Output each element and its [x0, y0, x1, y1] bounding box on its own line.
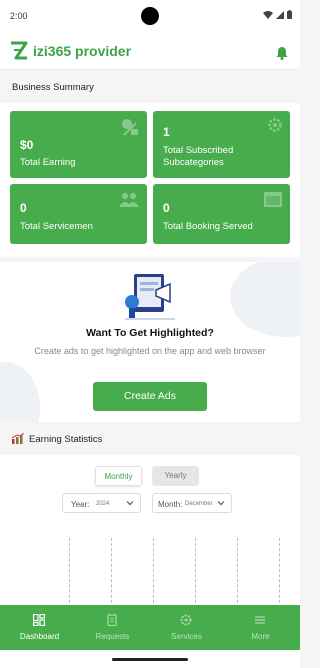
card-total-subscribed-subcategories[interactable]: 1 Total Subscribed Subcategories [153, 111, 290, 178]
year-select[interactable]: Year: 2024 [62, 493, 141, 513]
chart-growth-icon [12, 433, 24, 444]
chart-gridline [195, 538, 196, 608]
month-select-label: Month: [158, 500, 183, 509]
card-total-earning[interactable]: $0 Total Earning [10, 111, 147, 178]
nav-services-label: Services [171, 632, 202, 641]
nav-requests[interactable]: Requests [75, 605, 150, 650]
wifi-icon [263, 10, 273, 19]
summary-cards: $0 Total Earning 1 Total Subscribed Subc… [0, 103, 300, 257]
card-label: Total Booking Served [163, 221, 253, 232]
app-title: izi365 provider [33, 43, 132, 59]
home-gesture-bar[interactable] [112, 658, 188, 661]
group-icon [119, 193, 139, 207]
signal-icon [276, 10, 284, 19]
card-value: 0 [20, 201, 27, 215]
earning-statistics-panel: Monthly Yearly Year: 2024 Month: Decembe… [0, 455, 300, 608]
chart-gridline [237, 538, 238, 608]
highlight-promo: Want To Get Highlighted? Create ads to g… [0, 262, 300, 422]
promo-description: Create ads to get highlighted on the app… [34, 346, 266, 356]
create-ads-button[interactable]: Create Ads [93, 382, 207, 411]
advertising-illustration [125, 274, 175, 320]
card-label: Total Earning [20, 157, 76, 168]
calendar-icon [264, 192, 282, 207]
chart-gridline [111, 538, 112, 608]
tab-yearly[interactable]: Yearly [152, 466, 199, 486]
business-summary-header: Business Summary [0, 71, 300, 103]
battery-icon [287, 10, 292, 19]
notification-bell-icon[interactable] [276, 46, 288, 60]
menu-icon [255, 616, 265, 624]
decorative-blob [0, 362, 40, 422]
dashboard-icon [33, 614, 45, 626]
card-value: $0 [20, 138, 34, 152]
nav-more-label: More [251, 632, 270, 641]
money-icon [122, 119, 138, 136]
settings-icon [268, 118, 282, 132]
camera-cutout [141, 7, 159, 25]
status-bar: 2:00 [0, 0, 300, 32]
year-select-label: Year: [71, 500, 90, 509]
promo-heading: Want To Get Highlighted? [86, 327, 214, 339]
gesture-area [0, 650, 300, 668]
chart-gridline [153, 538, 154, 608]
bottom-navigation: Dashboard Requests Services More [0, 605, 300, 650]
card-total-booking-served[interactable]: 0 Total Booking Served [153, 184, 290, 244]
decorative-blob [230, 262, 300, 337]
chart-gridline [279, 538, 280, 608]
brand-logo [11, 41, 28, 60]
year-select-value: 2024 [96, 500, 110, 507]
app-bar: izi365 provider [0, 32, 300, 70]
requests-icon [107, 614, 117, 626]
status-time: 2:00 [10, 11, 28, 21]
services-icon [180, 614, 192, 626]
nav-dashboard[interactable]: Dashboard [2, 605, 77, 650]
card-label: Total Subscribed Subcategories [163, 145, 234, 168]
tab-monthly[interactable]: Monthly [95, 466, 142, 486]
card-value: 1 [163, 125, 170, 139]
nav-services[interactable]: Services [149, 605, 224, 650]
earning-statistics-header: Earning Statistics [0, 423, 300, 455]
earning-statistics-title: Earning Statistics [29, 434, 103, 445]
card-total-servicemen[interactable]: 0 Total Servicemen [10, 184, 147, 244]
card-value: 0 [163, 201, 170, 215]
nav-more[interactable]: More [223, 605, 298, 650]
month-select[interactable]: Month: December [152, 493, 232, 513]
chevron-down-icon [126, 501, 134, 506]
chart-gridline [69, 538, 70, 608]
month-select-value: December [185, 500, 213, 507]
business-summary-title: Business Summary [12, 82, 94, 93]
nav-dashboard-label: Dashboard [19, 632, 60, 641]
chevron-down-icon [217, 501, 225, 506]
system-icons [263, 10, 292, 19]
card-label: Total Servicemen [20, 221, 93, 232]
nav-requests-label: Requests [95, 632, 130, 641]
